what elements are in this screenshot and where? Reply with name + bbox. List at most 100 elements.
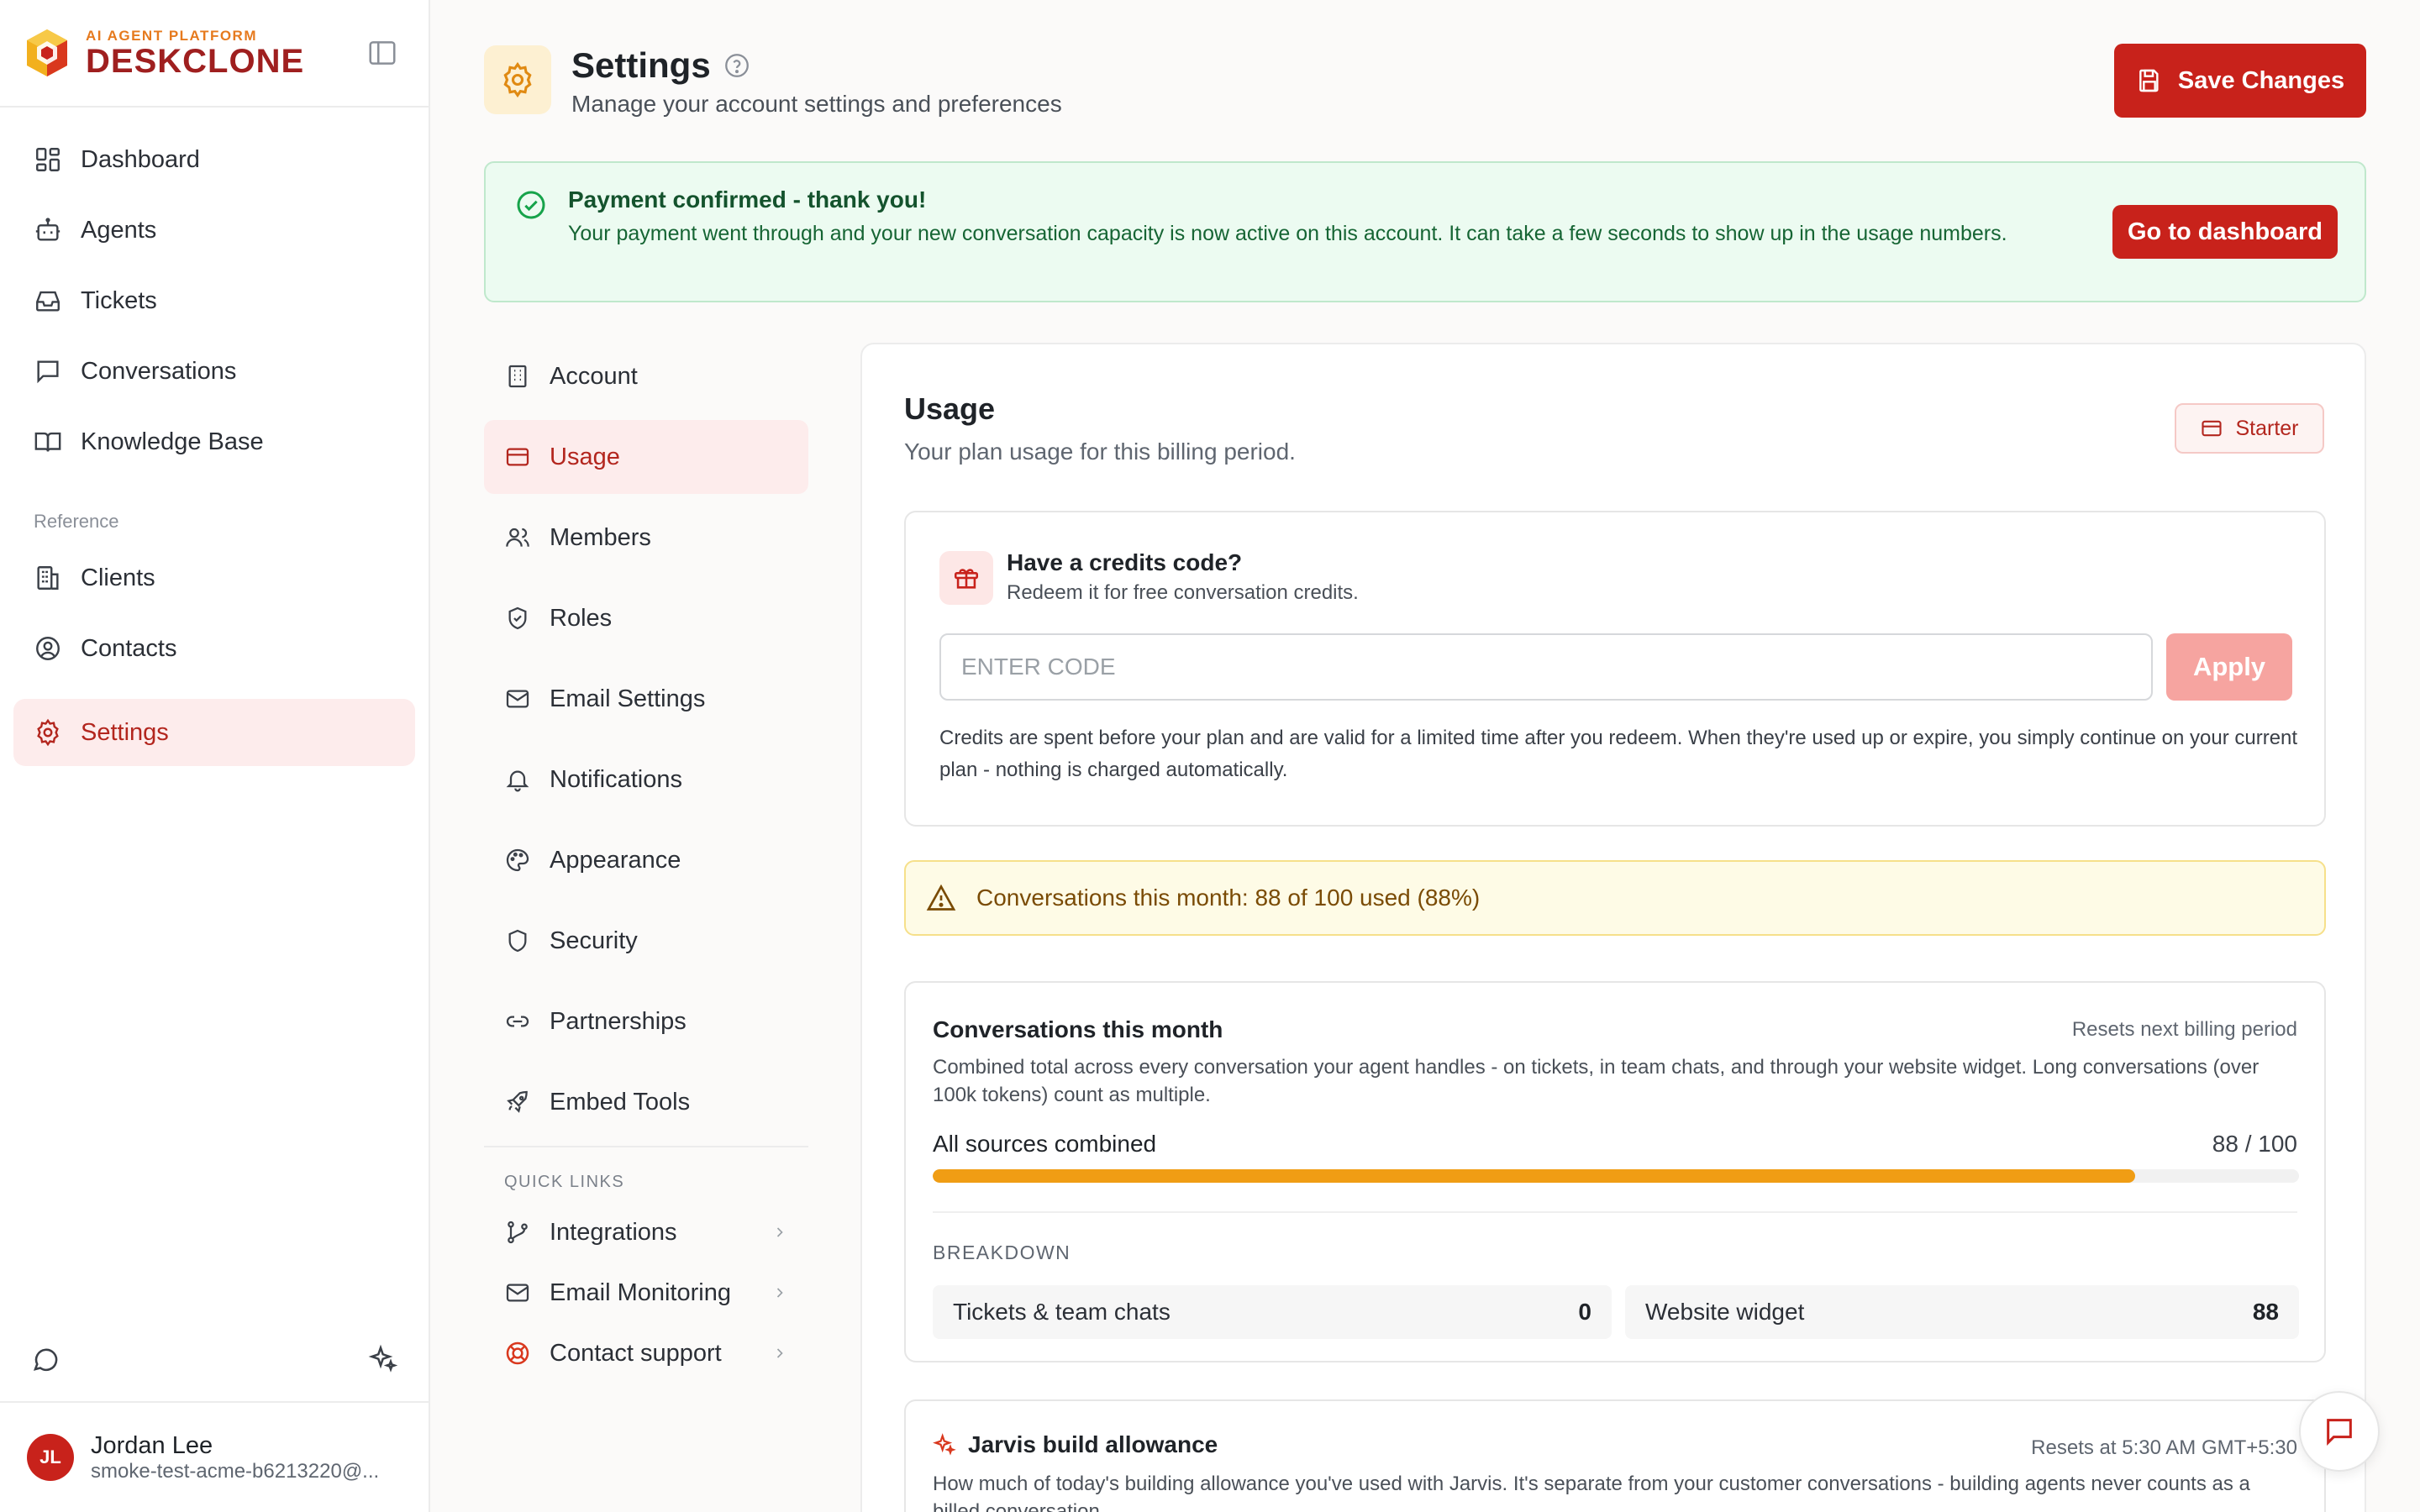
quick-link-email-monitoring[interactable]: Email Monitoring — [484, 1263, 808, 1323]
chat-icon — [2327, 1419, 2352, 1446]
go-to-dashboard-button[interactable]: Go to dashboard — [2112, 205, 2338, 259]
payment-alert-title: Payment confirmed - thank you! — [568, 186, 927, 213]
nav-label: Contacts — [81, 634, 177, 662]
nav-label: Settings — [81, 718, 169, 746]
save-button[interactable]: Save Changes — [2114, 44, 2366, 118]
nav-label: Agents — [81, 216, 157, 244]
usage-warning-text: Conversations this month: 88 of 100 used… — [976, 885, 1481, 911]
nav-item-contacts[interactable]: Contacts — [13, 615, 415, 682]
credits-code-input[interactable] — [939, 633, 2153, 701]
nav-item-tickets[interactable]: Tickets — [13, 267, 415, 334]
sparkles-icon — [933, 1433, 956, 1456]
usage-progress-fill — [933, 1169, 2135, 1183]
nav-label: Knowledge Base — [81, 428, 264, 455]
gear-icon — [503, 61, 532, 98]
shield-check-icon — [508, 606, 527, 630]
page-title-text: Settings — [571, 45, 711, 85]
all-sources-label: All sources combined — [933, 1131, 1157, 1157]
user-email: smoke-test-acme-b6213220@... — [91, 1459, 380, 1483]
payment-alert-text: Your payment went through and your new c… — [568, 222, 2007, 245]
git-branch-icon — [508, 1221, 528, 1244]
chat-bubble-icon[interactable] — [30, 1344, 60, 1374]
nav-item-conversations[interactable]: Conversations — [13, 338, 415, 405]
mail-icon — [506, 690, 529, 708]
subnav-item-roles[interactable]: Roles — [484, 581, 808, 655]
conversations-panel: Conversations this month Resets next bil… — [904, 981, 2326, 1362]
check-circle-icon — [517, 191, 545, 219]
jarvis-description: How much of today's building allowance y… — [933, 1473, 2250, 1512]
quick-link-integrations[interactable]: Integrations — [484, 1202, 808, 1263]
usage-title: Usage — [904, 391, 996, 426]
nav-label: Dashboard — [81, 145, 200, 173]
subnav-item-appearance[interactable]: Appearance — [484, 823, 808, 897]
gear-icon — [37, 718, 59, 747]
brand-name: DESKCLONE — [86, 43, 305, 80]
chat-launcher-button[interactable] — [2299, 1391, 2380, 1472]
subnav-item-security[interactable]: Security — [484, 904, 808, 978]
subnav-item-account[interactable]: Account — [484, 339, 808, 413]
quick-link-label: Contact support — [550, 1339, 722, 1367]
subnav-label: Notifications — [550, 765, 682, 793]
jarvis-title-text: Jarvis build allowance — [968, 1431, 1218, 1457]
chevron-right-icon — [776, 1288, 783, 1298]
brand[interactable]: AI AGENT PLATFORM DESKCLONE — [0, 0, 429, 108]
rocket-icon — [507, 1090, 528, 1113]
nav-item-settings[interactable]: Settings — [13, 699, 415, 766]
quick-links-heading: QUICK LINKS — [504, 1173, 625, 1191]
chevron-right-icon — [776, 1227, 783, 1237]
sparkles-icon[interactable] — [368, 1344, 398, 1374]
credit-card-icon — [2202, 420, 2223, 437]
user-profile[interactable]: JL Jordan Lee smoke-test-acme-b6213220@.… — [0, 1401, 429, 1512]
breakdown-tickets: Tickets & team chats 0 — [933, 1285, 1612, 1339]
help-icon[interactable] — [723, 51, 751, 80]
mail-icon — [506, 1284, 529, 1302]
brand-tagline: AI AGENT PLATFORM — [86, 28, 257, 44]
subnav-item-notifications[interactable]: Notifications — [484, 743, 808, 816]
main-nav: Dashboard Agents Tickets Conversations K… — [0, 108, 429, 766]
nav-label: Conversations — [81, 357, 237, 385]
subnav-divider — [484, 1146, 808, 1147]
nav-item-clients[interactable]: Clients — [13, 544, 415, 612]
lifebuoy-icon — [506, 1341, 529, 1365]
chevron-right-icon — [776, 1348, 783, 1358]
message-icon — [37, 360, 59, 384]
users-icon — [506, 528, 529, 547]
subnav-item-partnerships[interactable]: Partnerships — [484, 984, 808, 1058]
conversations-title: Conversations this month — [933, 1016, 1223, 1042]
apply-button[interactable]: Apply — [2166, 633, 2292, 701]
app-sidebar: AI AGENT PLATFORM DESKCLONE Dashboard Ag… — [0, 0, 430, 1512]
bell-icon — [506, 770, 529, 792]
page-title: Settings — [571, 45, 751, 86]
nav-item-dashboard[interactable]: Dashboard — [13, 126, 415, 193]
nav-item-agents[interactable]: Agents — [13, 197, 415, 264]
breakdown-website-widget: Website widget 88 — [1625, 1285, 2299, 1339]
breakdown-value: 0 — [1578, 1299, 1591, 1325]
nav-item-knowledge-base[interactable]: Knowledge Base — [13, 408, 415, 475]
plan-name: Starter — [2235, 416, 2299, 440]
credit-card-icon — [506, 448, 529, 466]
credits-title: Have a credits code? — [1007, 549, 1243, 575]
subnav-item-email-settings[interactable]: Email Settings — [484, 662, 808, 736]
plan-badge: Starter — [2175, 403, 2324, 454]
header-gear-badge — [484, 45, 551, 114]
breakdown-label: Website widget — [1645, 1299, 1805, 1325]
conversations-divider — [933, 1211, 2297, 1213]
subnav-label: Usage — [550, 443, 620, 470]
avatar: JL — [27, 1434, 74, 1481]
subnav-item-embed-tools[interactable]: Embed Tools — [484, 1065, 808, 1139]
save-icon — [2139, 69, 2159, 92]
building-icon — [37, 566, 59, 590]
gift-badge — [939, 551, 993, 605]
credits-note: Credits are spent before your plan and a… — [939, 727, 2298, 781]
usage-subtitle: Your plan usage for this billing period. — [904, 438, 1296, 465]
subnav-item-usage[interactable]: Usage — [484, 420, 808, 494]
user-name: Jordan Lee — [91, 1431, 213, 1459]
sidebar-toggle-icon[interactable] — [366, 37, 398, 69]
subnav-label: Embed Tools — [550, 1088, 691, 1116]
save-button-label: Save Changes — [2177, 66, 2345, 94]
quick-link-contact-support[interactable]: Contact support — [484, 1323, 808, 1383]
subnav-item-members[interactable]: Members — [484, 501, 808, 575]
quick-link-label: Email Monitoring — [550, 1278, 731, 1306]
subnav-label: Security — [550, 927, 638, 954]
building-icon — [508, 365, 527, 388]
